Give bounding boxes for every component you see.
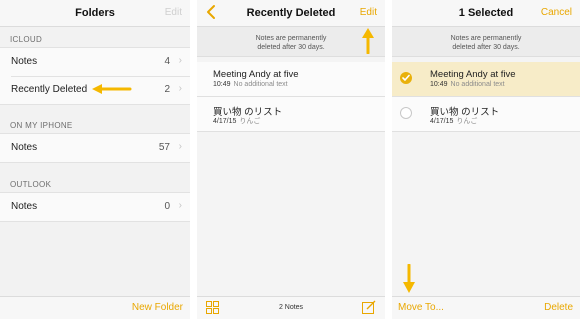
section-header-outlook: OUTLOOK <box>10 180 52 189</box>
chevron-right-icon: › <box>178 200 182 211</box>
note-subtitle: 10:49 No additional text <box>430 81 505 88</box>
folders-panel: Folders Edit ICLOUD Notes 4 › Recently D… <box>0 0 190 319</box>
banner-line: Notes are permanently <box>255 35 327 42</box>
folder-row-icloud-notes[interactable]: Notes 4 › <box>0 47 190 77</box>
checkmark-icon[interactable] <box>400 72 412 84</box>
chevron-right-icon: › <box>178 55 182 66</box>
retention-banner: Notes are permanently deleted after 30 d… <box>197 27 385 57</box>
folder-row-outlook-notes[interactable]: Notes 0 › <box>0 192 190 222</box>
compose-icon[interactable] <box>362 300 376 314</box>
note-row[interactable]: 買い物 のリスト 4/17/15 りんご <box>392 97 580 132</box>
note-subtitle: 10:49 No additional text <box>213 81 288 88</box>
note-preview: りんご <box>456 118 478 125</box>
note-time: 4/17/15 <box>213 118 237 125</box>
bottom-toolbar: Move To... Delete <box>392 296 580 319</box>
page-title: Folders <box>75 7 115 19</box>
bottom-toolbar: New Folder <box>0 296 190 319</box>
retention-banner: Notes are permanently deleted after 30 d… <box>392 27 580 57</box>
folder-label: Recently Deleted <box>11 84 88 95</box>
note-preview: りんご <box>239 118 261 125</box>
edit-button[interactable]: Edit <box>165 7 182 18</box>
cancel-button[interactable]: Cancel <box>541 7 572 18</box>
notes-count: 2 Notes <box>278 304 304 311</box>
folder-count: 2 <box>164 84 170 95</box>
move-to-button[interactable]: Move To... <box>398 302 444 313</box>
new-folder-button[interactable]: New Folder <box>132 302 183 313</box>
folder-label: Notes <box>11 142 38 153</box>
note-title: Meeting Andy at five <box>213 69 299 80</box>
folder-count: 57 <box>158 142 170 153</box>
section-header-on-my-iphone: ON MY IPHONE <box>10 121 73 130</box>
section-header-icloud: ICLOUD <box>10 35 43 44</box>
edit-button[interactable]: Edit <box>360 7 377 18</box>
note-row[interactable]: 買い物 のリスト 4/17/15 りんご <box>197 97 385 132</box>
note-preview: No additional text <box>233 81 288 88</box>
folder-count: 4 <box>164 56 170 67</box>
banner-line: Notes are permanently <box>450 35 522 42</box>
note-title: Meeting Andy at five <box>430 69 516 80</box>
banner-line: deleted after 30 days. <box>452 44 520 51</box>
folder-row-iphone-notes[interactable]: Notes 57 › <box>0 133 190 163</box>
navbar: Folders Edit <box>0 0 190 27</box>
selection-panel: 1 Selected Cancel Notes are permanently … <box>392 0 580 319</box>
delete-button[interactable]: Delete <box>544 302 573 313</box>
note-time: 10:49 <box>430 81 448 88</box>
note-time: 4/17/15 <box>430 118 454 125</box>
select-circle-icon[interactable] <box>400 107 412 119</box>
note-subtitle: 4/17/15 りんご <box>430 116 477 126</box>
page-title: Recently Deleted <box>246 7 336 19</box>
folder-label: Notes <box>11 201 38 212</box>
note-row-selected[interactable]: Meeting Andy at five 10:49 No additional … <box>392 62 580 97</box>
note-preview: No additional text <box>450 81 505 88</box>
navbar: 1 Selected Cancel <box>392 0 580 27</box>
arrow-icon <box>92 84 132 94</box>
bottom-toolbar: 2 Notes <box>197 296 385 319</box>
folder-label: Notes <box>11 56 38 67</box>
folder-count: 0 <box>164 201 170 212</box>
arrow-icon <box>403 264 415 293</box>
chevron-right-icon: › <box>178 83 182 94</box>
arrow-icon <box>362 28 374 54</box>
navbar: Recently Deleted Edit <box>197 0 385 27</box>
note-row[interactable]: Meeting Andy at five 10:49 No additional … <box>197 62 385 97</box>
note-time: 10:49 <box>213 81 231 88</box>
chevron-right-icon: › <box>178 141 182 152</box>
note-subtitle: 4/17/15 りんご <box>213 116 260 126</box>
banner-line: deleted after 30 days. <box>257 44 325 51</box>
recently-deleted-panel: Recently Deleted Edit Notes are permanen… <box>197 0 385 319</box>
